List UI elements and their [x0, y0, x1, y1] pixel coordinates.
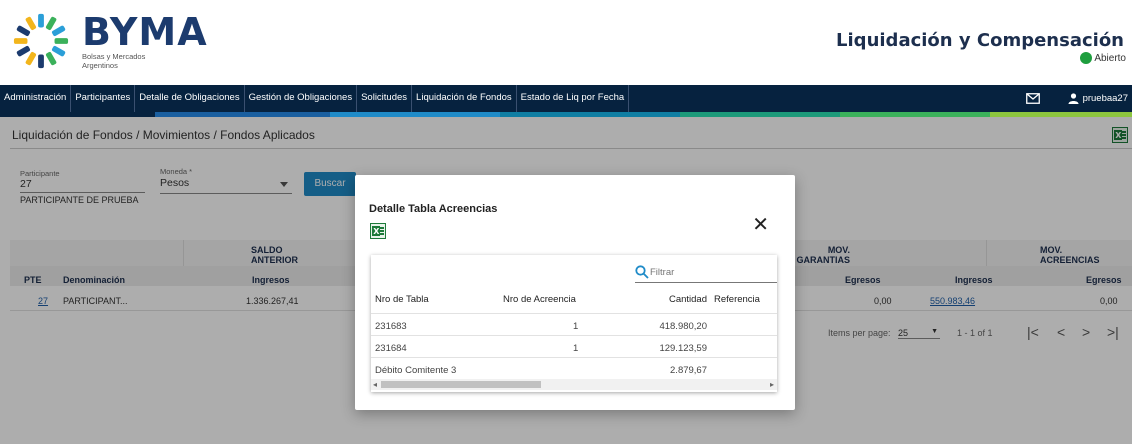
cell-nro-acreencia: 1 [573, 321, 579, 332]
status-label: Abierto [1094, 52, 1126, 64]
close-icon[interactable]: ✕ [752, 215, 769, 235]
user-icon [1068, 93, 1079, 104]
row-divider [371, 335, 777, 336]
col-header-referencia[interactable]: Referencia [714, 294, 760, 305]
nav-item-liquidacion-fondos[interactable]: Liquidación de Fondos [412, 85, 517, 112]
detalle-acreencias-dialog: Detalle Tabla Acreencias X ✕ Nro de Tabl… [355, 175, 795, 410]
nav-user-area: pruebaa27 [1025, 85, 1128, 112]
mail-icon[interactable] [1025, 93, 1040, 104]
cell-nro-acreencia: 1 [573, 343, 579, 354]
nav-item-gestion-obligaciones[interactable]: Gestión de Obligaciones [245, 85, 358, 112]
status-dot-icon [1080, 52, 1093, 64]
cell-cantidad: 129.123,59 [659, 343, 707, 354]
market-status: Abierto [1080, 52, 1126, 64]
filter-field[interactable] [635, 263, 777, 283]
scroll-right-icon[interactable]: ▸ [770, 379, 774, 390]
main-nav: Administración Participantes Detalle de … [0, 85, 1132, 112]
cell-nro-tabla: 231684 [375, 343, 407, 354]
scrollbar-thumb[interactable] [381, 381, 541, 388]
nav-item-participantes[interactable]: Participantes [71, 85, 136, 112]
filter-input[interactable] [650, 267, 770, 278]
nav-item-detalle-obligaciones[interactable]: Detalle de Obligaciones [135, 85, 245, 112]
nav-item-solicitudes[interactable]: Solicitudes [357, 85, 413, 112]
header-divider [371, 313, 777, 314]
app-title: Liquidación y Compensación [836, 30, 1124, 51]
horizontal-scrollbar[interactable]: ◂ ▸ [371, 379, 777, 390]
nav-item-estado-liq[interactable]: Estado de Liq por Fecha [517, 85, 630, 112]
excel-export-icon[interactable]: X [370, 223, 386, 239]
username: pruebaa27 [1082, 93, 1128, 104]
brand-name: BYMA [82, 10, 208, 54]
col-header-cantidad[interactable]: Cantidad [669, 294, 707, 305]
row-divider [371, 357, 777, 358]
acreencias-table-card: Nro de Tabla Nro de Acreencia Cantidad R… [371, 255, 777, 392]
app-header: BYMA Bolsas y Mercados Argentinos Liquid… [0, 0, 1132, 85]
brand-subtitle: Bolsas y Mercados Argentinos [82, 52, 146, 70]
col-header-nro-acreencia[interactable]: Nro de Acreencia [503, 294, 576, 305]
scroll-left-icon[interactable]: ◂ [373, 379, 377, 390]
byma-logo-icon [13, 13, 69, 69]
dialog-title: Detalle Tabla Acreencias [369, 203, 498, 215]
search-icon [635, 265, 649, 279]
cell-cantidad: 2.879,67 [670, 365, 707, 376]
user-menu[interactable]: pruebaa27 [1068, 93, 1128, 104]
cell-cantidad: 418.980,20 [659, 321, 707, 332]
cell-nro-tabla: 231683 [375, 321, 407, 332]
col-header-nro-tabla[interactable]: Nro de Tabla [375, 294, 429, 305]
cell-nro-tabla: Débito Comitente 3 [375, 365, 457, 376]
nav-item-administracion[interactable]: Administración [0, 85, 72, 112]
svg-text:X: X [373, 227, 380, 236]
